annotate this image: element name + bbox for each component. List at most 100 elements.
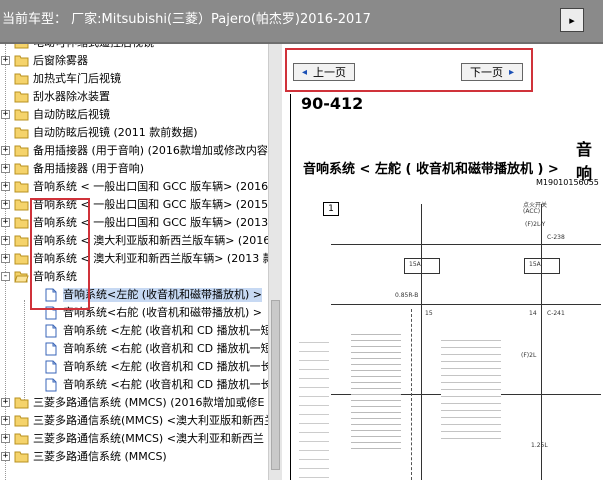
folder-icon [14,54,29,67]
connector-list [441,334,501,444]
tree-item-label: 音响系统 <右舵 (收音机和 CD 播放机一短 [63,342,268,355]
folder-icon [14,162,29,175]
expand-toggle-icon[interactable]: + [1,218,10,227]
folder-icon [14,108,29,121]
folder-icon [14,144,29,157]
tree-item-label: 音响系统<右舵 (收音机和磁带播放机) > [63,306,263,319]
diagram-line [331,244,601,245]
folder-icon [14,252,29,265]
tree-item-label: 三菱多路通信系统(MMCS) <澳大利亚版和新西兰 [33,414,268,427]
tree-item-label: 刮水器除冰装置 [33,90,110,103]
folder-icon [14,216,29,229]
expand-toggle-icon[interactable]: + [1,56,10,65]
next-page-label: 下一页 [469,66,503,79]
diagram-label: (F)2L [521,352,537,359]
annotation-highlight-box [30,198,90,310]
folder-icon [14,44,29,49]
expand-toggle-icon[interactable]: + [1,254,10,263]
tree-item[interactable]: 自动防眩后视镜 (2011 款前数据) [0,124,268,142]
tree-item[interactable]: + 三菱多路通信系统 (MMCS) (2016款增加或修E [0,394,268,412]
folder-icon [14,90,29,103]
scrollbar-thumb[interactable] [271,300,280,470]
window-title: 当前车型： 厂家:Mitsubishi(三菱）Pajero(帕杰罗)2016-2… [2,12,371,27]
tree-item-label: 音响系统 <右舵 (收音机和 CD 播放机一长 [63,378,268,391]
next-page-button[interactable]: 下一页 ▸ [461,63,523,81]
expand-toggle-icon[interactable]: + [1,182,10,191]
tree-item-label: 音响系统 <左舵 (收音机和 CD 播放机一短 [63,324,268,337]
diagram-label: 0.85R-B [395,292,419,299]
folder-icon [14,396,29,409]
diagram-label: 1.25L [531,442,548,449]
folder-icon [14,126,29,139]
document-page-icon [44,360,58,374]
wire-list [299,334,329,480]
tree-item-label: 三菱多路通信系统(MMCS) <澳大利亚和新西兰 [33,432,264,445]
diagram-label: (F)2L-Y [525,221,546,228]
title-bar: 当前车型： 厂家:Mitsubishi(三菱）Pajero(帕杰罗)2016-2… [0,0,603,44]
nav-highlight-box: ◂ 上一页 下一页 ▸ [285,48,533,92]
document-page-icon [44,324,58,338]
left-arrow-icon: ◂ [301,66,308,78]
tree-item[interactable]: 音响系统 <左舵 (收音机和 CD 播放机一短 [0,322,268,340]
tree-item[interactable]: + 自动防眩后视镜 [0,106,268,124]
expand-toggle-icon[interactable]: + [1,416,10,425]
document-viewer: ◂ 上一页 下一页 ▸ 90-412 音响系统 < 左舵 ( 收音机和磁带播放机… [282,44,603,480]
tree-item[interactable]: + 备用插接器 (用于音响) (2016款增加或修改内容 [0,142,268,160]
diagram-line [411,309,412,480]
folder-icon [14,180,29,193]
tree-item-label: 自动防眩后视镜 (2011 款前数据) [33,126,198,139]
tree-item[interactable]: 刮水器除冰装置 [0,88,268,106]
diagram-line [541,204,542,480]
tree-item[interactable]: + 音响系统 < 一般出口国和 GCC 版车辆> (2016 [0,178,268,196]
tree-item[interactable]: + 备用插接器 (用于音响) [0,160,268,178]
tree-item[interactable]: 音响系统 <右舵 (收音机和 CD 播放机一长 [0,376,268,394]
tree-item[interactable]: + 三菱多路通信系统(MMCS) <澳大利亚版和新西兰 [0,412,268,430]
diagram-label: C-241 [547,310,565,317]
expand-toggle-icon[interactable]: + [1,110,10,119]
tree-item[interactable]: 音响系统 <左舵 (收音机和 CD 播放机一长 [0,358,268,376]
expand-toggle-icon[interactable]: + [1,200,10,209]
right-arrow-icon: ▸ [508,66,515,78]
folder-icon [14,450,29,463]
folder-icon [14,198,29,211]
tree-item-label: 自动防眩后视镜 [33,108,110,121]
tree-item-label: 加热式车门后视镜 [33,72,121,85]
open-folder-icon [14,270,29,283]
tree-item-label: 后窗除雾器 [33,54,88,67]
tree-item[interactable]: 加热式车门后视镜 [0,70,268,88]
panel-toggle-button[interactable]: ▸ [560,8,584,32]
prev-page-button[interactable]: ◂ 上一页 [293,63,355,81]
tree-scrollbar[interactable] [268,44,282,480]
tree-item-label: 备用插接器 (用于音响) (2016款增加或修改内容 [33,144,268,157]
expand-toggle-icon[interactable]: + [1,236,10,245]
folder-icon [14,432,29,445]
diagram-label: (ACC) [523,208,541,215]
document-page-icon [44,342,58,356]
expand-toggle-icon[interactable]: - [1,272,10,281]
tree-item[interactable]: 电动可伸缩式遥控后视镜 [0,44,268,52]
expand-toggle-icon[interactable]: + [1,434,10,443]
expand-toggle-icon[interactable]: + [1,398,10,407]
prev-page-label: 上一页 [313,66,347,79]
expand-toggle-icon[interactable]: + [1,146,10,155]
tree-item-label: 备用插接器 (用于音响) [33,162,145,175]
folder-icon [14,234,29,247]
diagram-line [331,304,601,305]
tree-item[interactable]: 音响系统 <右舵 (收音机和 CD 播放机一短 [0,340,268,358]
diagram-label: 15 [425,310,433,317]
tree-item-label: 三菱多路通信系统 (MMCS) (2016款增加或修E [33,396,265,409]
tree-item[interactable]: + 三菱多路通信系统(MMCS) <澳大利亚和新西兰 [0,430,268,448]
document-page-icon [44,378,58,392]
tree-item[interactable]: + 后窗除雾器 [0,52,268,70]
expand-toggle-icon[interactable]: + [1,164,10,173]
diagram-label: 15A [529,261,541,268]
tree-item-label: 三菱多路通信系统 (MMCS) [33,450,167,463]
play-icon: ▸ [569,13,575,27]
tree-item-label: 音响系统 < 一般出口国和 GCC 版车辆> (2016 [33,180,268,193]
wiring-diagram: 点火开关 (ACC) (F)2L-Y C-238 15A 15A 0.85R-B… [291,94,603,480]
expand-toggle-icon[interactable]: + [1,452,10,461]
page-nav-bar: ◂ 上一页 下一页 ▸ [282,44,603,94]
tree-item[interactable]: + 三菱多路通信系统 (MMCS) [0,448,268,466]
tree-item-label: 音响系统<左舵 (收音机和磁带播放机) > [63,288,263,302]
diagram-line [421,204,422,480]
